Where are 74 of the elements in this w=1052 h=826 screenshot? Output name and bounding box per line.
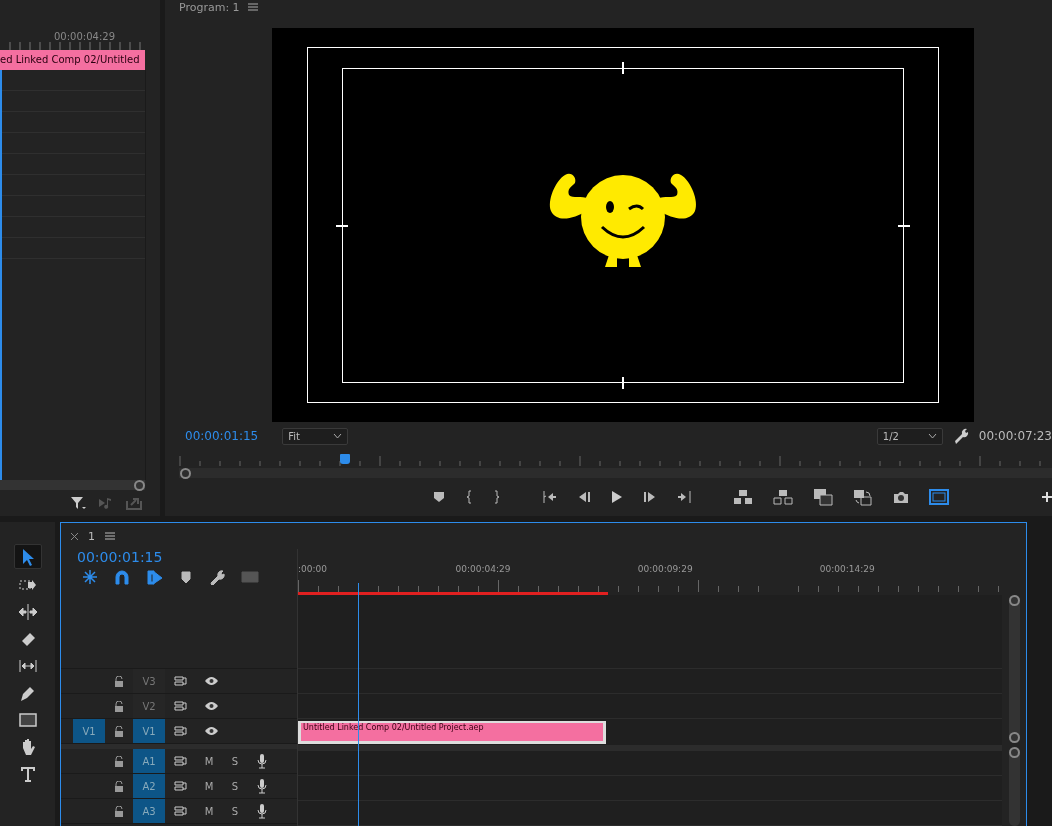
settings-icon[interactable]	[209, 569, 227, 585]
solo-button[interactable]: S	[222, 780, 248, 792]
mute-button[interactable]: M	[196, 755, 222, 767]
ruler-timecode: 00:00:04:29	[455, 564, 512, 574]
zoom-dropdown[interactable]: Fit	[282, 427, 349, 445]
go-to-in-icon[interactable]	[541, 490, 557, 504]
menu-icon[interactable]	[247, 3, 258, 11]
step-back-icon[interactable]	[577, 491, 591, 503]
solo-button[interactable]: S	[222, 805, 248, 817]
ruler-timecode: :00:00	[298, 564, 328, 574]
extract-icon[interactable]	[773, 489, 793, 505]
solo-button[interactable]: S	[222, 755, 248, 767]
compare-icon[interactable]	[853, 488, 873, 506]
sync-lock-icon[interactable]	[174, 726, 187, 736]
source-patch[interactable]: V1	[73, 719, 105, 743]
lock-icon[interactable]	[114, 700, 124, 712]
resolution-dropdown[interactable]: 1/2	[876, 427, 943, 445]
menu-icon[interactable]	[105, 532, 115, 540]
ruler-timecode: 00:00:04:29	[54, 31, 115, 42]
caret-icon	[333, 433, 343, 439]
microphone-icon[interactable]	[257, 778, 267, 794]
eye-icon[interactable]	[205, 702, 218, 710]
filter-icon[interactable]	[70, 496, 86, 510]
lock-icon[interactable]	[114, 675, 124, 687]
microphone-icon[interactable]	[257, 803, 267, 819]
panel-title: Program: 1	[179, 0, 240, 14]
sync-lock-icon[interactable]	[174, 756, 187, 766]
sync-lock-icon[interactable]	[174, 676, 187, 686]
track-target[interactable]: A1	[133, 749, 165, 773]
sync-lock-icon[interactable]	[174, 701, 187, 711]
scrollbar[interactable]	[0, 480, 145, 490]
close-icon[interactable]	[71, 532, 78, 540]
mute-button[interactable]: M	[196, 805, 222, 817]
sync-lock-icon[interactable]	[174, 806, 187, 816]
scrollbar[interactable]	[179, 468, 1052, 478]
lock-icon[interactable]	[114, 725, 124, 737]
duration-timecode: 00:00:07:23	[978, 429, 1052, 443]
sync-lock-icon[interactable]	[174, 781, 187, 791]
clip[interactable]: ed Linked Comp 02/Untitled	[0, 50, 145, 70]
nest-icon[interactable]	[81, 569, 99, 585]
sequence-tab[interactable]: 1	[88, 529, 95, 543]
playhead[interactable]	[339, 454, 350, 464]
current-timecode[interactable]: 00:00:01:15	[185, 429, 259, 443]
current-timecode[interactable]: 00:00:01:15	[77, 549, 297, 565]
selection-tool-icon[interactable]	[13, 544, 42, 569]
mark-out-icon[interactable]	[493, 490, 501, 504]
microphone-icon[interactable]	[257, 753, 267, 769]
track-target[interactable]: V1	[133, 719, 165, 743]
lock-icon[interactable]	[114, 780, 124, 792]
eye-icon[interactable]	[205, 727, 218, 735]
track-target[interactable]: A2	[133, 774, 165, 798]
ruler-timecode: 00:00:09:29	[637, 564, 694, 574]
mark-in-icon[interactable]	[465, 490, 473, 504]
caret-icon	[927, 433, 937, 439]
scrollbar[interactable]	[1008, 595, 1020, 743]
scrollbar[interactable]	[1008, 747, 1020, 826]
ruler-timecode: 00:00:14:29	[819, 564, 876, 574]
wrench-icon[interactable]	[952, 428, 969, 444]
marker-icon[interactable]	[433, 491, 445, 503]
time-ruler[interactable]: :00:00 00:00:04:29 00:00:09:29 00:00:14:29	[298, 549, 1002, 595]
lock-icon[interactable]	[114, 805, 124, 817]
step-forward-icon[interactable]	[643, 491, 657, 503]
safe-margins-icon[interactable]	[929, 489, 949, 505]
add-icon[interactable]	[1042, 492, 1052, 502]
lock-icon[interactable]	[114, 755, 124, 767]
lift-icon[interactable]	[733, 489, 753, 505]
linked-icon[interactable]	[145, 569, 163, 585]
film-strip-icon[interactable]	[813, 488, 833, 506]
mute-button[interactable]: M	[196, 780, 222, 792]
play-icon[interactable]	[611, 490, 623, 504]
go-to-out-icon[interactable]	[677, 490, 693, 504]
camera-icon[interactable]	[893, 490, 909, 504]
eye-icon[interactable]	[205, 677, 218, 685]
snap-icon[interactable]	[113, 569, 131, 585]
